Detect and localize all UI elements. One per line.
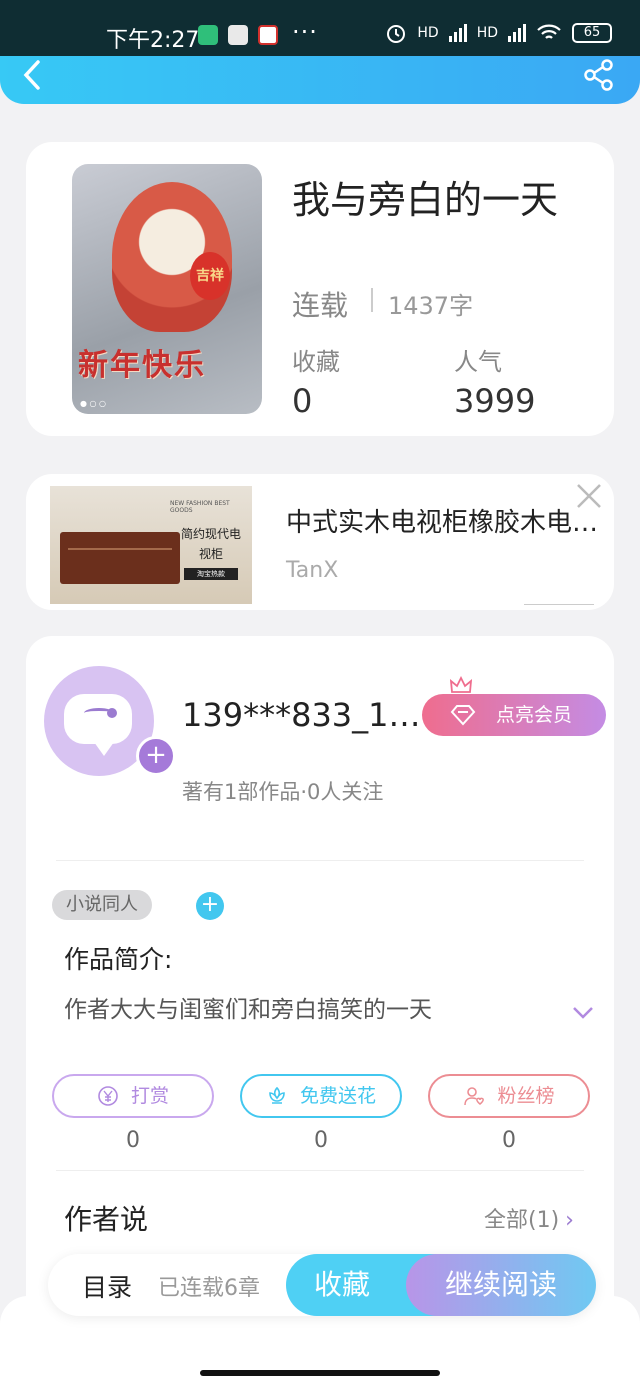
back-button[interactable]: [22, 58, 42, 101]
eye-dot: [107, 708, 117, 718]
chat-bubble-icon: [64, 694, 132, 756]
author-says-all-label: 全部(1): [484, 1208, 560, 1233]
book-status: 连载: [292, 289, 349, 322]
author-says-label: 作者说: [64, 1203, 149, 1236]
author-says-all-button[interactable]: 全部(1) ›: [484, 1202, 574, 1234]
user-heart-icon: [464, 1087, 485, 1106]
home-indicator[interactable]: [200, 1370, 440, 1376]
alarm-icon: [387, 25, 406, 43]
author-name[interactable]: 139***833_11...: [182, 696, 428, 734]
signal-icon-2: [508, 24, 526, 42]
hd-label-2: HD: [476, 25, 498, 41]
author-info: 著有1部作品·0人关注: [182, 780, 384, 804]
more-notifications-icon: ···: [292, 18, 318, 46]
book-title: 我与旁白的一天: [292, 178, 559, 222]
reward-label: 打赏: [130, 1085, 169, 1107]
share-button[interactable]: [582, 58, 616, 92]
fan-ranking-count: 0: [502, 1128, 516, 1153]
reward-button[interactable]: 打赏: [52, 1074, 214, 1118]
status-time: 下午2:27: [106, 28, 200, 53]
chevron-left-icon: [23, 60, 40, 90]
divider: [371, 288, 373, 312]
hd-label-1: HD: [417, 25, 439, 41]
lantern-illustration: 吉祥: [190, 252, 230, 300]
fan-ranking-button[interactable]: 粉丝榜: [428, 1074, 590, 1118]
work-tag[interactable]: 小说同人: [52, 890, 152, 920]
author-avatar[interactable]: +: [44, 666, 176, 776]
chevron-down-icon[interactable]: [572, 1006, 594, 1020]
sina-app-icon: [258, 25, 278, 45]
divider: [56, 1170, 584, 1171]
mobile-app-icon: [228, 25, 248, 45]
send-flower-button[interactable]: 免费送花: [240, 1074, 402, 1118]
add-tag-button[interactable]: +: [196, 892, 224, 920]
divider: [56, 860, 584, 861]
ad-close-button[interactable]: [576, 478, 602, 518]
ad-title: 中式实木电视柜橡胶木电视柜: [286, 508, 604, 538]
tv-cabinet-illustration: [60, 532, 180, 584]
status-bar: 下午2:27 ··· HD HD 65: [0, 0, 640, 56]
favorites-value: 0: [292, 382, 313, 420]
flower-icon: [269, 1086, 285, 1104]
cover-text: 新年快乐: [78, 348, 206, 383]
continue-reading-button[interactable]: 继续阅读: [406, 1254, 596, 1316]
send-flower-count: 0: [314, 1128, 328, 1153]
fan-ranking-label: 粉丝榜: [497, 1085, 555, 1107]
ad-card[interactable]: NEW FASHION BEST GOODS 简约现代电视柜 淘宝热款 中式实木…: [26, 474, 614, 610]
ad-image-tag: 淘宝热款: [184, 568, 238, 580]
share-icon: [584, 59, 613, 91]
diamond-icon: [450, 705, 476, 726]
crown-icon: [450, 676, 472, 693]
yen-coin-icon: [98, 1086, 118, 1106]
close-icon: [577, 484, 601, 508]
ad-image-slogan: 简约现代电视柜: [180, 527, 241, 561]
popularity-label: 人气: [454, 348, 502, 376]
wifi-icon: [537, 24, 561, 39]
ad-image: NEW FASHION BEST GOODS 简约现代电视柜 淘宝热款: [50, 486, 252, 604]
word-count: 1437字: [388, 292, 474, 320]
intro-text: 作者大大与闺蜜们和旁白搞笑的一天: [64, 997, 432, 1023]
favorites-label: 收藏: [292, 348, 340, 376]
author-work-card: + 139***833_11... 点亮会员 著有1部作品·0人关注 小说同人 …: [26, 636, 614, 1336]
battery-icon: 65: [572, 23, 612, 43]
vip-button[interactable]: 点亮会员: [422, 694, 606, 736]
ad-image-small-text: NEW FASHION BEST GOODS: [170, 500, 230, 514]
popularity-value: 3999: [454, 382, 536, 420]
chapters-info: 已连载6章: [158, 1276, 260, 1301]
status-right: HD HD 65: [385, 22, 612, 44]
shield-app-icon: [198, 25, 218, 45]
reward-count: 0: [126, 1128, 140, 1153]
book-cover-image[interactable]: 吉祥 新年快乐 ● ○ ○: [72, 164, 262, 414]
ad-underline: [524, 604, 594, 605]
signal-icon: [448, 24, 467, 42]
intro-label: 作品简介:: [64, 945, 173, 974]
cover-dots: ● ○ ○: [80, 399, 107, 408]
top-nav-bar: [0, 56, 640, 104]
book-info-card: 吉祥 新年快乐 ● ○ ○ 我与旁白的一天 连载 1437字 收藏 人气 0 3…: [26, 142, 614, 436]
catalog-button[interactable]: 目录: [82, 1268, 132, 1304]
chevron-right-icon: ›: [565, 1208, 574, 1233]
vip-button-label: 点亮会员: [496, 704, 573, 726]
follow-plus-button[interactable]: +: [136, 736, 176, 776]
ad-source: TanX: [286, 558, 339, 583]
bottom-action-bar: 目录 已连载6章 收藏 继续阅读: [48, 1254, 596, 1316]
send-flower-label: 免费送花: [299, 1085, 376, 1107]
